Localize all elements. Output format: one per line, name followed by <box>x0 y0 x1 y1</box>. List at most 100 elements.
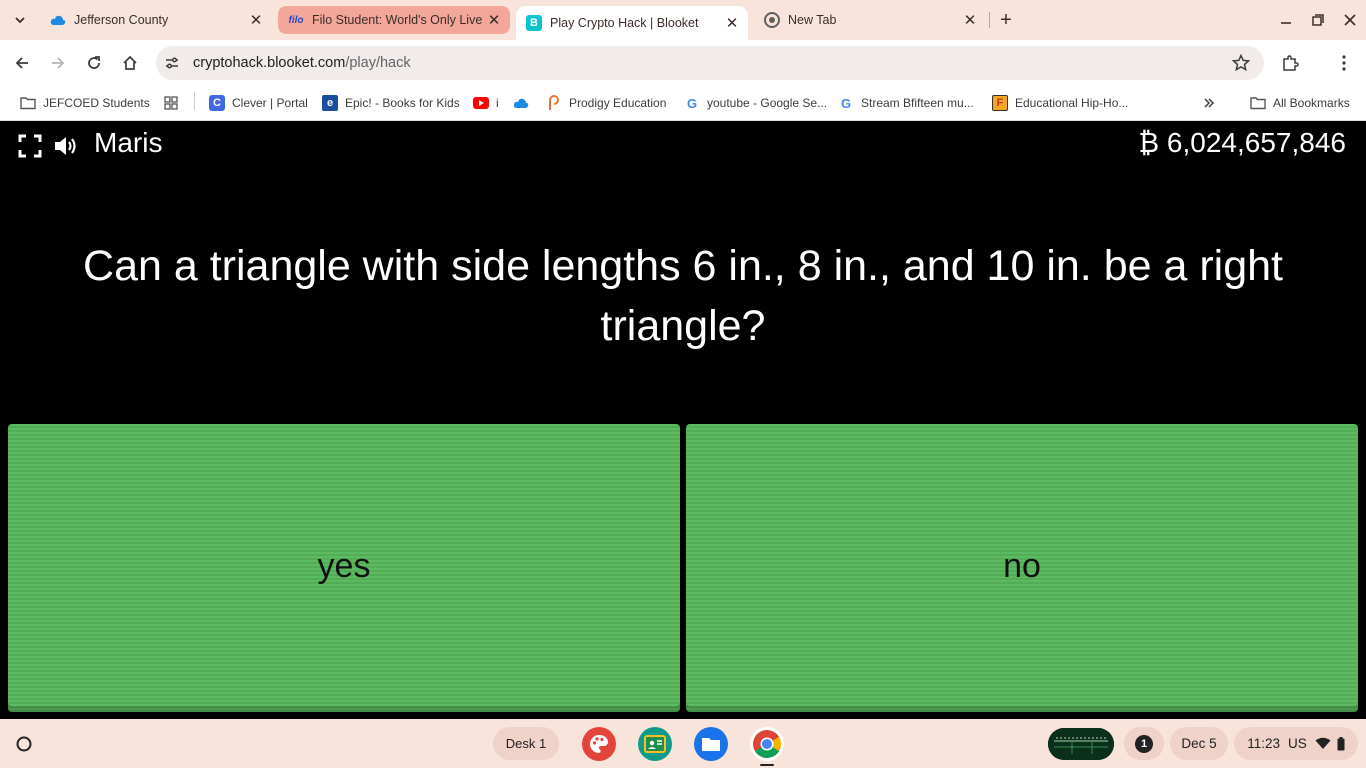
restore-button[interactable] <box>1306 8 1330 32</box>
status-area[interactable]: 11:23 US <box>1234 727 1358 760</box>
all-bookmarks-button[interactable]: All Bookmarks <box>1250 92 1350 114</box>
google-icon: G <box>840 95 852 111</box>
bookmarks-bar: JEFCOED Students C Clever | Portal e Epi… <box>0 86 1366 121</box>
address-bar[interactable]: cryptohack.blooket.com/play/hack <box>156 46 1264 80</box>
reload-icon <box>88 56 100 69</box>
bookmark-label: youtube - Google Se... <box>707 96 828 110</box>
bookmark-stream-bfifteen[interactable]: G Stream Bfifteen mu... <box>838 92 974 114</box>
bookmark-educational-hip-hop[interactable]: F Educational Hip-Ho... <box>992 92 1128 114</box>
tab-title: Jefferson County <box>74 13 169 27</box>
arrow-left-icon <box>15 57 28 69</box>
bookmark-youtube-google-search[interactable]: G youtube - Google Se... <box>684 92 827 114</box>
date-pod[interactable]: Dec 5 <box>1170 727 1228 760</box>
answer-button-yes[interactable]: yes <box>8 424 680 712</box>
chevron-down-icon <box>15 17 25 24</box>
tab-new-tab[interactable]: New Tab ✕ <box>754 6 986 34</box>
player-name: Maris <box>94 127 163 158</box>
close-icon <box>1344 14 1356 26</box>
tab-crypto-hack-blooket[interactable]: B Play Crypto Hack | Blooket ✕ <box>516 6 748 40</box>
more-bookmarks-button[interactable] <box>1201 92 1224 114</box>
bookmarks-divider <box>194 92 195 110</box>
flocabulary-icon: F <box>992 95 1008 111</box>
apps-grid-icon <box>163 95 179 111</box>
tab-jefferson-county[interactable]: Jefferson County ✕ <box>40 6 272 34</box>
forward-button[interactable] <box>44 49 72 77</box>
canvas-paint-icon[interactable] <box>582 727 616 761</box>
answer-label: yes <box>317 546 371 585</box>
tab-title: New Tab <box>788 13 837 27</box>
battery-icon <box>1337 736 1345 750</box>
launcher-button[interactable] <box>12 732 36 756</box>
bookmark-youtube[interactable]: i <box>473 92 499 114</box>
answer-button-no[interactable]: no <box>686 424 1358 712</box>
notification-tray[interactable]: 1 <box>1124 727 1164 760</box>
bookmark-label: i <box>496 96 499 110</box>
new-tab-button[interactable]: + <box>994 8 1018 32</box>
bookmark-label: Educational Hip-Ho... <box>1015 96 1129 110</box>
desk-switcher[interactable]: Desk 1 <box>493 727 559 760</box>
chevron-double-right-icon <box>1201 95 1217 111</box>
close-tab-icon[interactable]: ✕ <box>960 10 980 30</box>
filo-icon: filo <box>288 14 304 26</box>
bookmark-epic-books[interactable]: e Epic! - Books for Kids <box>322 92 460 114</box>
folder-icon <box>20 95 36 111</box>
chrome-icon <box>764 12 780 28</box>
bookmark-label: JEFCOED Students <box>43 96 150 110</box>
question-text: Can a triangle with side lengths 6 in., … <box>83 242 1283 350</box>
browser-menu-button[interactable] <box>1330 49 1358 77</box>
bookmark-star-icon[interactable] <box>1232 54 1250 72</box>
bookmark-label: Clever | Portal <box>232 96 308 110</box>
all-bookmarks-label: All Bookmarks <box>1273 96 1350 110</box>
keyboard-locale: US <box>1288 736 1307 751</box>
bookmark-apps[interactable] <box>163 92 186 114</box>
onedrive-cloud-icon <box>50 12 66 28</box>
extensions-button[interactable] <box>1276 49 1304 77</box>
tab-filo-student[interactable]: filo Filo Student: World's Only Live ✕ <box>278 6 510 34</box>
close-tab-icon[interactable]: ✕ <box>722 13 742 33</box>
youtube-icon <box>473 95 489 111</box>
bookmark-label: Epic! - Books for Kids <box>345 96 460 110</box>
active-app-indicator <box>760 764 774 766</box>
bookmark-label: Stream Bfifteen mu... <box>861 96 974 110</box>
wifi-icon <box>1315 737 1331 749</box>
close-tab-icon[interactable]: ✕ <box>484 10 504 30</box>
back-button[interactable] <box>8 49 36 77</box>
blooket-icon: B <box>526 15 542 31</box>
classroom-icon[interactable] <box>638 727 672 761</box>
files-icon[interactable] <box>694 727 728 761</box>
arrow-right-icon <box>52 57 65 69</box>
restore-icon <box>1312 14 1324 26</box>
launcher-circle-icon <box>16 736 32 752</box>
game-area: Maris ₿ 6,024,657,846 Can a triangle wit… <box>0 121 1366 719</box>
close-window-button[interactable] <box>1338 8 1362 32</box>
fullscreen-icon[interactable] <box>17 133 43 159</box>
home-button[interactable] <box>116 49 144 77</box>
prodigy-icon <box>546 95 562 111</box>
bookmark-label: Prodigy Education <box>569 96 667 110</box>
site-settings-icon[interactable] <box>164 55 180 71</box>
google-icon: G <box>686 95 698 111</box>
chrome-icon[interactable] <box>750 727 784 761</box>
bookmark-clever-portal[interactable]: C Clever | Portal <box>209 92 308 114</box>
minimize-button[interactable] <box>1274 8 1298 32</box>
tab-title: Play Crypto Hack | Blooket <box>550 16 699 30</box>
clock-time: 11:23 <box>1247 736 1280 751</box>
answer-label: no <box>1003 546 1041 585</box>
bookmark-jefcoed-students[interactable]: JEFCOED Students <box>20 92 150 114</box>
reload-button[interactable] <box>80 49 108 77</box>
bookmark-prodigy-education[interactable]: Prodigy Education <box>546 92 666 114</box>
folder-icon <box>1250 95 1266 111</box>
puzzle-piece-icon <box>1283 55 1299 71</box>
onedrive-cloud-icon <box>513 95 529 111</box>
tab-strip: Jefferson County ✕ filo Filo Student: Wo… <box>0 0 1366 40</box>
tab-search-button[interactable] <box>8 8 32 32</box>
volume-icon[interactable] <box>53 133 79 159</box>
media-thumbnail[interactable] <box>1048 728 1114 760</box>
minimize-icon <box>1281 22 1291 24</box>
close-tab-icon[interactable]: ✕ <box>246 10 266 30</box>
bookmark-onedrive[interactable] <box>513 92 536 114</box>
tab-divider <box>989 12 990 28</box>
url-host: cryptohack.blooket.com <box>193 55 346 71</box>
url-path: /play/hack <box>345 55 411 71</box>
url-text: cryptohack.blooket.com/play/hack <box>193 55 411 71</box>
